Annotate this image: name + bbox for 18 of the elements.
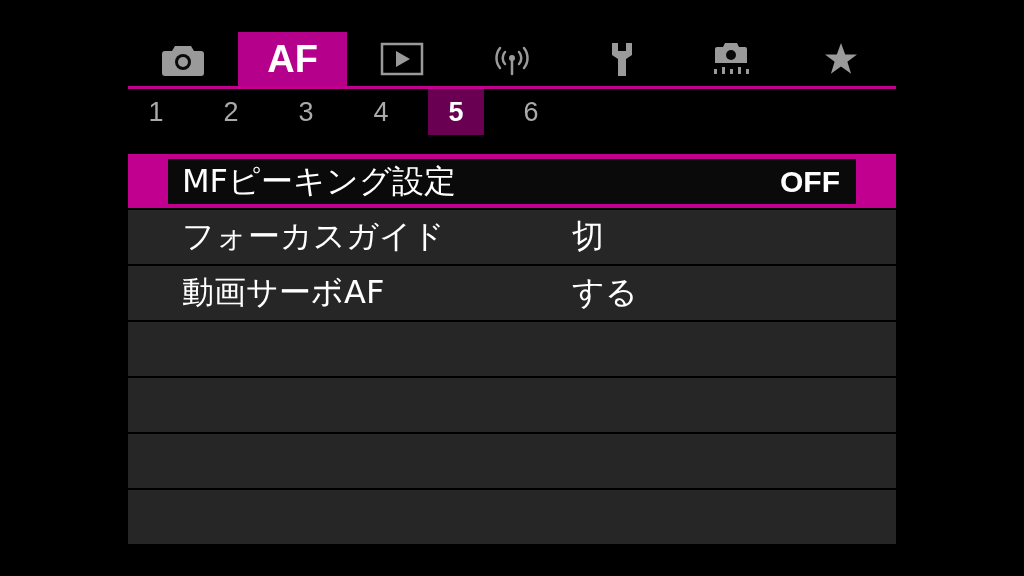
page-tab[interactable]: 3 [278, 89, 334, 135]
setting-label: MFピーキング設定 [182, 160, 456, 202]
menu-item[interactable]: フォーカスガイド 切 [128, 210, 896, 264]
page-tab[interactable]: 4 [353, 89, 409, 135]
menu-item[interactable]: MFピーキング設定 OFF [128, 154, 896, 208]
menu-item[interactable]: 動画サーボAF する [128, 266, 896, 320]
page-tab[interactable]: 5 [428, 89, 484, 135]
page-tab[interactable]: 2 [203, 89, 259, 135]
setting-value: する [572, 272, 638, 313]
play-icon [380, 42, 425, 76]
setting-value: OFF [780, 164, 840, 199]
setting-label: フォーカスガイド [182, 216, 446, 257]
camera-icon [711, 41, 752, 77]
page-tab[interactable]: 1 [128, 89, 184, 135]
menu-tab[interactable]: AF [237, 32, 348, 86]
setting-label: 動画サーボAF [182, 272, 386, 313]
page-tab[interactable]: 6 [503, 89, 559, 135]
setting-value: 切 [572, 216, 604, 257]
